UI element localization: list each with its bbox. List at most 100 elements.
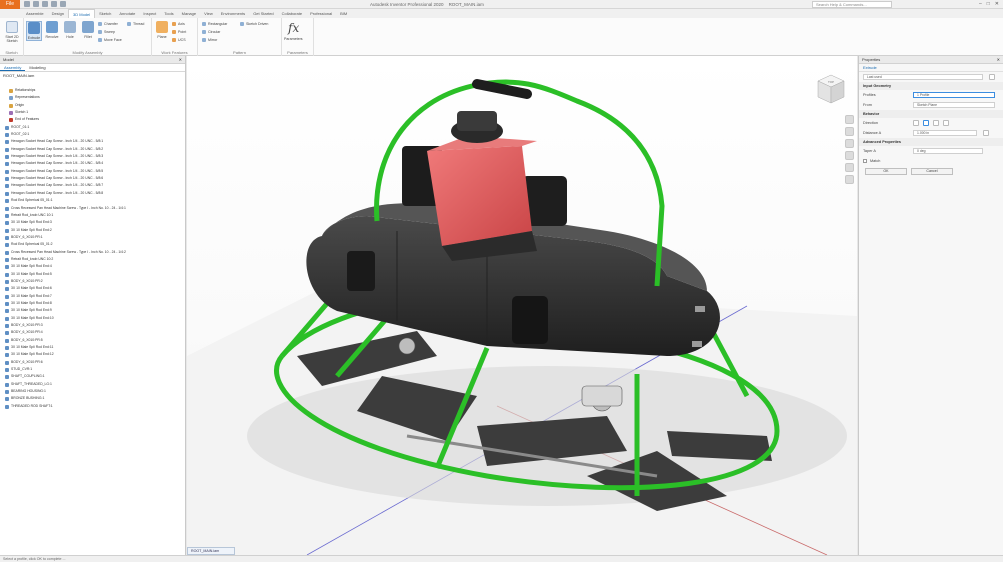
sweep-button[interactable]: Sweep [98, 30, 115, 35]
tab-modeling[interactable]: Modeling [25, 64, 49, 71]
section-advanced[interactable]: Advanced Properties [859, 138, 1003, 146]
circular-pattern-button[interactable]: Circular [202, 30, 220, 35]
tree-node[interactable]: Hexagon Socket Head Cap Screw - Inch 1/4… [0, 175, 186, 182]
view-cube[interactable]: TOP [816, 73, 846, 107]
preset-select[interactable]: Last used [863, 74, 983, 80]
add-preset-icon[interactable] [989, 74, 995, 80]
ucs-button[interactable]: UCS [172, 38, 186, 43]
tree-node[interactable]: Relationships [0, 87, 186, 94]
profiles-field[interactable]: 1 Profile [913, 92, 995, 98]
tree-node[interactable]: SHAFT_THREADED_LG:1 [0, 381, 186, 388]
tree-node[interactable]: Hexagon Socket Head Cap Screw - Inch 1/4… [0, 160, 186, 167]
direction-symmetric-icon[interactable] [933, 120, 939, 126]
tree-node[interactable]: 3X 10 Male Spli Rod End:10 [0, 315, 186, 322]
tab-collaborate[interactable]: Collaborate [278, 9, 306, 18]
tree-node[interactable]: Rod End Spherical 05_01:1 [0, 197, 186, 204]
tree-node[interactable]: Retrait Rod_knob UNC 10:2 [0, 256, 186, 263]
tree-node[interactable]: 3X 10 Male Spli Rod End:9 [0, 307, 186, 314]
save-icon[interactable] [42, 1, 48, 7]
tab-inspect[interactable]: Inspect [139, 9, 160, 18]
tree-node[interactable]: Hexagon Socket Head Cap Screw - Inch 1/4… [0, 146, 186, 153]
full-navigation-wheel-icon[interactable] [844, 115, 854, 124]
tab-view[interactable]: View [200, 9, 217, 18]
tab-design[interactable]: Design [48, 9, 68, 18]
tab-manage[interactable]: Manage [178, 9, 200, 18]
tree-node[interactable]: 3X 10 Male Spli Rod End:12 [0, 351, 186, 358]
tree-node[interactable]: 3X 10 Male Spli Rod End:11 [0, 344, 186, 351]
from-field[interactable]: Sketch Plane [913, 102, 995, 108]
minimize-icon[interactable]: – [979, 1, 982, 7]
orbit-icon[interactable] [844, 151, 854, 160]
tree-node[interactable]: Hexagon Socket Head Cap Screw - Inch 1/4… [0, 153, 186, 160]
tab-professional[interactable]: Professional [306, 9, 336, 18]
ok-button[interactable]: OK [865, 168, 907, 175]
tree-node[interactable]: Hexagon Socket Head Cap Screw - Inch 1/4… [0, 182, 186, 189]
tree-node[interactable]: Hexagon Socket Head Cap Screw - Inch 1/4… [0, 168, 186, 175]
undo-icon[interactable] [51, 1, 57, 7]
sketch-driven-button[interactable]: Sketch Driven [240, 22, 268, 27]
tree-node[interactable]: BODY_6_X010:PR:4 [0, 329, 186, 336]
close-icon[interactable]: ✕ [997, 56, 1000, 64]
tree-node[interactable]: BODY_6_X010:PR:1 [0, 234, 186, 241]
maximize-icon[interactable]: □ [987, 1, 990, 7]
tree-node[interactable]: 3X 10 Male Spli Rod End:6 [0, 285, 186, 292]
tree-node[interactable]: Sketch 1 [0, 109, 186, 116]
tree-node[interactable]: Cross Recessed Pan Head Machine Screw - … [0, 205, 186, 212]
look-at-icon[interactable] [844, 163, 854, 172]
axis-button[interactable]: Axis [172, 22, 185, 27]
thread-button[interactable]: Thread [127, 22, 144, 27]
distance-field[interactable]: 1.000 in [913, 130, 977, 136]
tree-node[interactable]: 3X 10 Male Spli Rod End:8 [0, 300, 186, 307]
tab-get-started[interactable]: Get Started [249, 9, 277, 18]
match-checkbox[interactable] [863, 159, 867, 163]
tree-node[interactable]: BRONZE BUSHING:1 [0, 395, 186, 402]
hole-button[interactable]: Hole [62, 21, 78, 39]
tree-node[interactable]: ROOT_02:1 [0, 131, 186, 138]
direction-flip-icon[interactable] [923, 120, 929, 126]
rectangular-pattern-button[interactable]: Rectangular [202, 22, 227, 27]
new-icon[interactable] [24, 1, 30, 7]
tree-node[interactable]: BODY_6_X010:PR:6 [0, 359, 186, 366]
tree-node[interactable]: STUD_CVR:1 [0, 366, 186, 373]
cancel-button[interactable]: Cancel [911, 168, 953, 175]
tree-node[interactable]: Hexagon Socket Head Cap Screw - Inch 1/4… [0, 138, 186, 145]
plane-button[interactable]: Plane [154, 21, 170, 39]
tab-environments[interactable]: Environments [217, 9, 249, 18]
revolve-button[interactable]: Revolve [44, 21, 60, 39]
file-button[interactable]: File [0, 0, 20, 9]
tree-node[interactable]: BODY_6_X010:PR:5 [0, 337, 186, 344]
tree-node[interactable]: BEARING HOUSING:1 [0, 388, 186, 395]
mirror-button[interactable]: Mirror [202, 38, 217, 43]
tree-node[interactable]: Rod End Spherical 05_01:2 [0, 241, 186, 248]
section-behavior[interactable]: Behavior [859, 110, 1003, 118]
tree-node[interactable]: BODY_6_X010:PR:2 [0, 278, 186, 285]
tab-3d-model[interactable]: 3D Model [68, 9, 96, 18]
close-icon[interactable]: ✕ [995, 1, 999, 7]
point-button[interactable]: Point [172, 30, 186, 35]
tree-node[interactable]: BODY_6_X010:PR:3 [0, 322, 186, 329]
tree-node[interactable]: Retrait Rod_knob UNC 10:1 [0, 212, 186, 219]
open-icon[interactable] [33, 1, 39, 7]
search-input[interactable]: Search Help & Commands... [812, 1, 892, 8]
parameters-button[interactable]: Parameters [284, 37, 303, 41]
tree-node[interactable]: SHAFT_COUPLING:1 [0, 373, 186, 380]
chamfer-button[interactable]: Chamfer [98, 22, 118, 27]
tab-annotate[interactable]: Annotate [115, 9, 139, 18]
close-icon[interactable]: ✕ [179, 56, 182, 64]
tree-node[interactable]: 3X 10 Male Spli Rod End:2 [0, 227, 186, 234]
tree-node[interactable]: 3X 10 Male Spli Rod End:3 [0, 219, 186, 226]
document-tab[interactable]: ROOT_MAIN.iam [187, 547, 235, 555]
tab-assembly[interactable]: Assembly [0, 64, 26, 71]
section-input-geometry[interactable]: Input Geometry [859, 82, 1003, 90]
tab-tools[interactable]: Tools [160, 9, 177, 18]
tree-node[interactable]: Hexagon Socket Head Cap Screw - Inch 1/4… [0, 190, 186, 197]
view-icon[interactable] [844, 175, 854, 184]
tree-node[interactable]: 3X 10 Male Spli Rod End:7 [0, 293, 186, 300]
tab-assemble[interactable]: Assemble [22, 9, 48, 18]
distance-options-icon[interactable] [983, 130, 989, 136]
direction-default-icon[interactable] [913, 120, 919, 126]
graphics-viewport[interactable] [187, 56, 857, 555]
extrude-button[interactable]: Extrude [26, 21, 42, 41]
redo-icon[interactable] [60, 1, 66, 7]
tree-node[interactable]: Representations [0, 94, 186, 101]
